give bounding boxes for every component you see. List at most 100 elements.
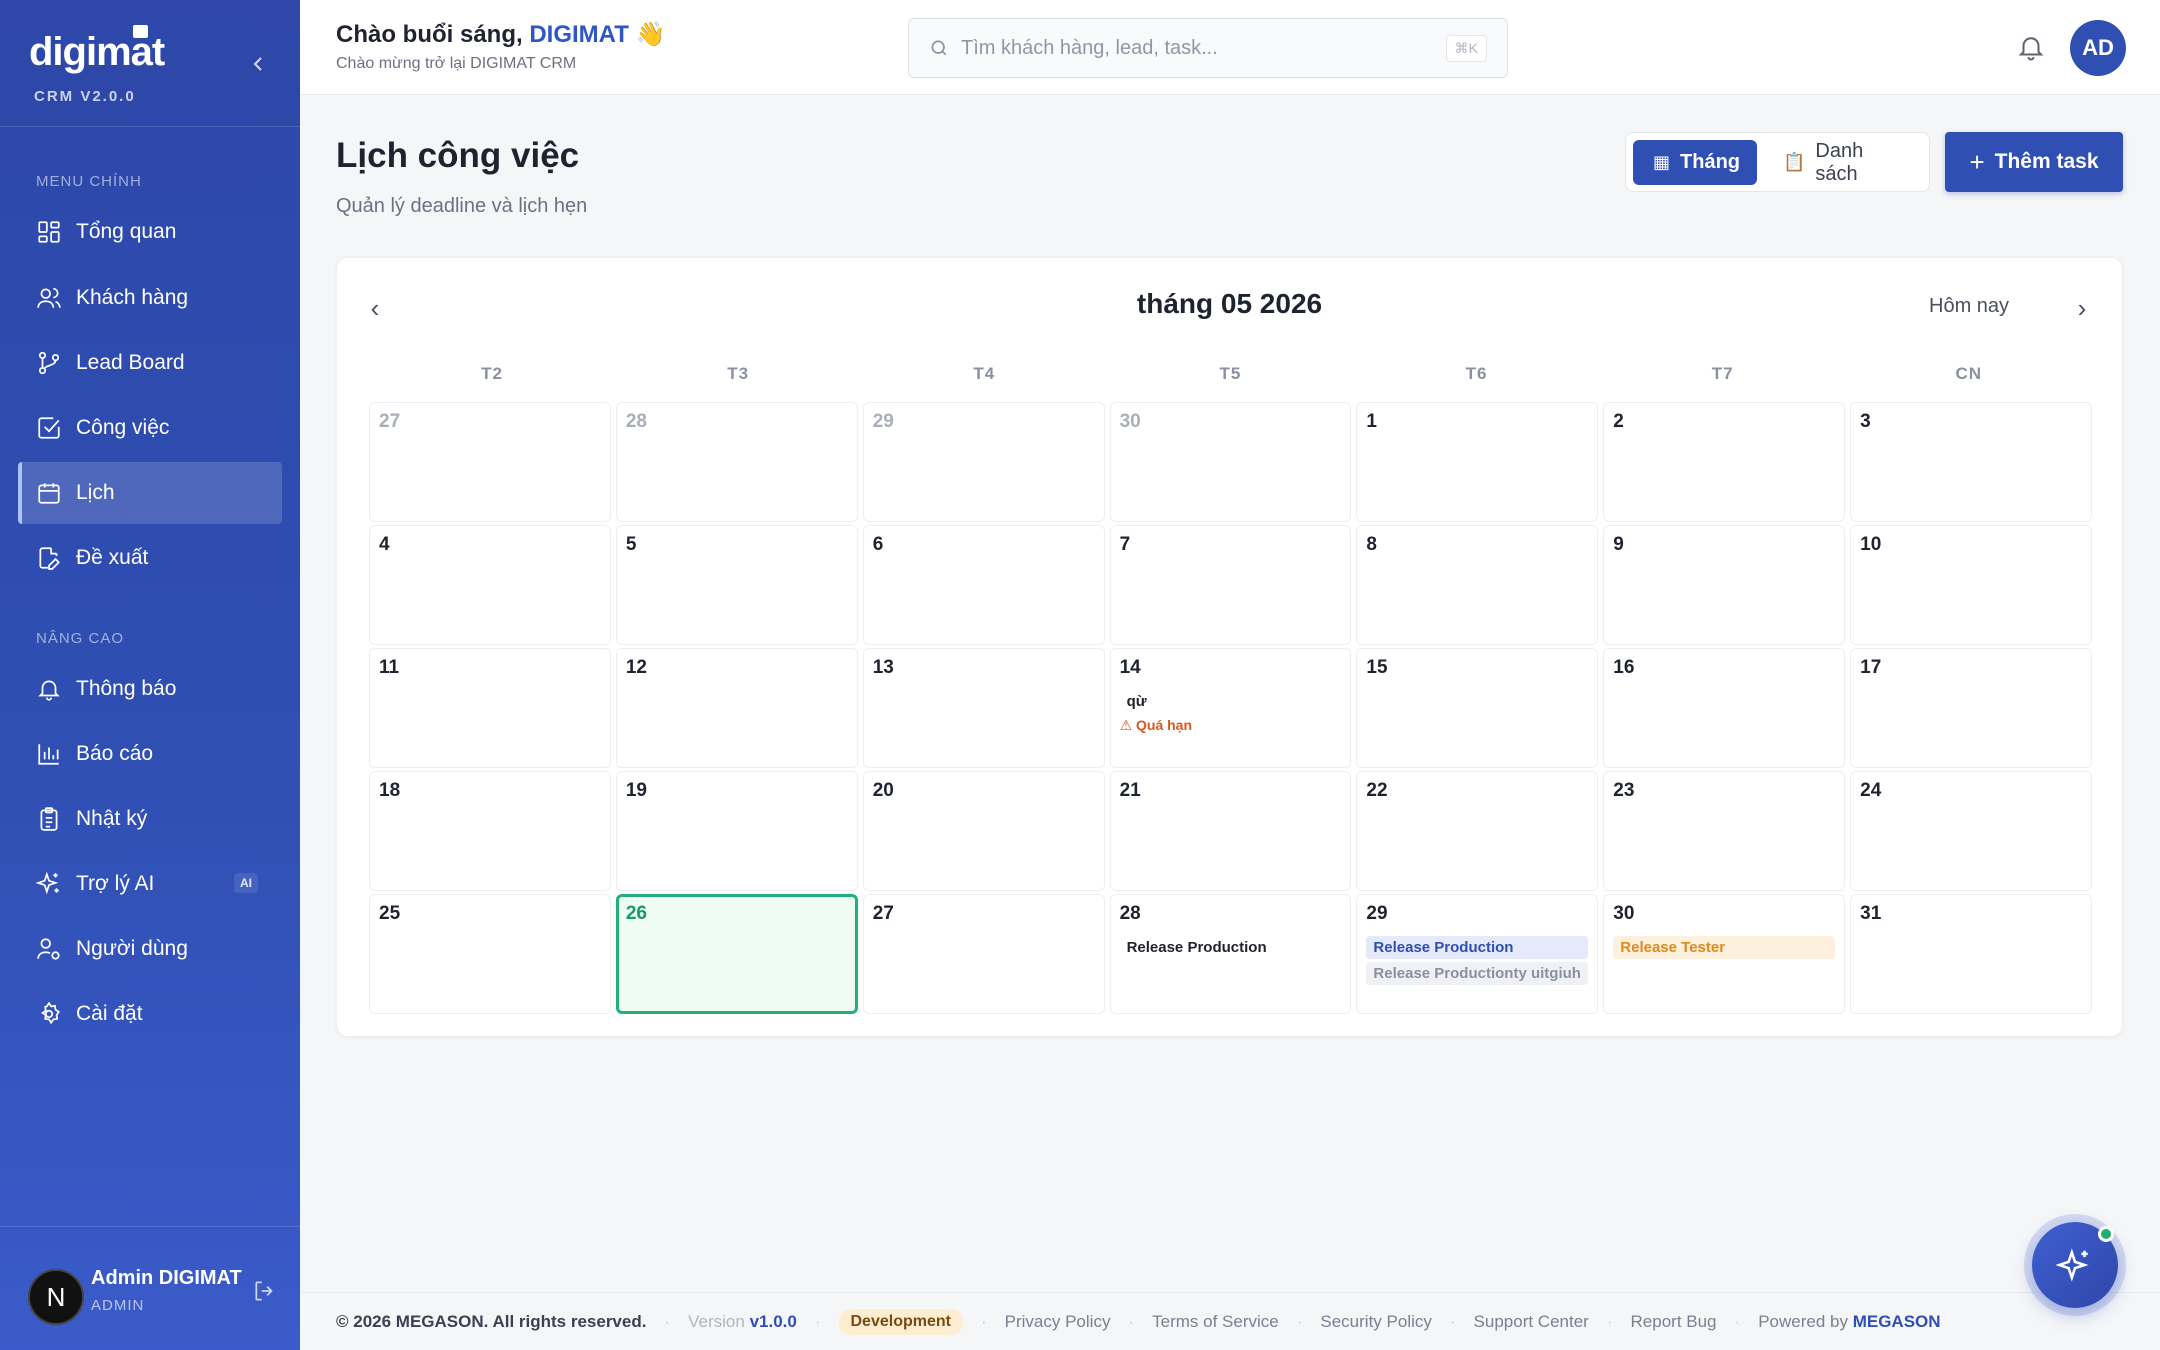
brand-logo[interactable]: digimat xyxy=(29,25,165,75)
calendar-day[interactable]: 27 xyxy=(862,894,1105,1014)
calendar-day[interactable]: 28 Release Production xyxy=(1109,894,1352,1014)
calendar-day[interactable]: 23 xyxy=(1603,771,1846,891)
day-number: 29 xyxy=(872,411,894,432)
calendar-day[interactable]: 8 xyxy=(1356,525,1599,645)
calendar-day[interactable]: 22 xyxy=(1356,771,1599,891)
calendar-day[interactable]: 19 xyxy=(615,771,858,891)
calendar-day[interactable]: 16 xyxy=(1603,648,1846,768)
footer-link-support[interactable]: Support Center xyxy=(1474,1312,1589,1332)
calendar-day[interactable]: 1 xyxy=(1356,402,1599,522)
sidebar-item-label: Cài đặt xyxy=(76,1002,143,1025)
calendar-day[interactable]: 7 xyxy=(1109,525,1352,645)
footer-link-security[interactable]: Security Policy xyxy=(1320,1312,1431,1332)
calendar-day[interactable]: 3 xyxy=(1850,402,2092,522)
calendar-day[interactable]: 15 xyxy=(1356,648,1599,768)
calendar-day[interactable]: 9 xyxy=(1603,525,1846,645)
sidebar-item-tasks[interactable]: Công việc xyxy=(18,397,282,459)
day-number: 6 xyxy=(872,534,884,555)
sidebar-item-label: Lịch xyxy=(76,481,115,504)
version-info: Version v1.0.0 xyxy=(688,1312,797,1332)
sidebar-item-users[interactable]: Người dùng xyxy=(18,918,282,980)
today-button[interactable]: Hôm nay xyxy=(1929,295,2009,318)
view-list-button[interactable]: 📋 Danh sách xyxy=(1763,140,1929,185)
copyright: © 2026 MEGASON. All rights reserved. xyxy=(336,1311,647,1331)
add-task-button[interactable]: + Thêm task xyxy=(1945,132,2123,192)
user-role: ADMIN xyxy=(91,1297,145,1314)
calendar-event[interactable]: Release Tester xyxy=(1613,936,1836,959)
calendar-icon xyxy=(38,483,60,504)
calendar-day[interactable]: 6 xyxy=(862,525,1105,645)
calendar-day[interactable]: 10 xyxy=(1850,525,2092,645)
sidebar-item-calendar[interactable]: Lịch xyxy=(18,462,282,524)
calendar-day[interactable]: 21 xyxy=(1109,771,1352,891)
sidebar-item-ai-assistant[interactable]: Trợ lý AI AI xyxy=(18,853,282,915)
add-task-label: Thêm task xyxy=(1994,150,2099,173)
ai-assistant-fab[interactable] xyxy=(2032,1222,2118,1308)
chevron-left-icon[interactable] xyxy=(246,52,270,76)
footer-separator: · xyxy=(980,1311,987,1331)
sidebar-item-label: Nhật ký xyxy=(76,807,148,830)
calendar-day[interactable]: 29 Release Production Release Productionty… xyxy=(1356,894,1599,1014)
sidebar-item-overview[interactable]: Tổng quan xyxy=(18,201,282,263)
bell-icon xyxy=(38,680,60,701)
footer: © 2026 MEGASON. All rights reserved. · V… xyxy=(300,1292,2160,1350)
calendar-day[interactable]: 20 xyxy=(862,771,1105,891)
header-avatar[interactable]: AD xyxy=(2070,20,2126,76)
sidebar-item-proposals[interactable]: Đề xuất xyxy=(18,527,282,589)
view-month-label: Tháng xyxy=(1680,151,1741,173)
calendar-day[interactable]: 31 xyxy=(1850,894,2092,1014)
sparkle-icon xyxy=(36,871,59,895)
wave-emoji-icon: 👋 xyxy=(635,21,666,48)
calendar-day[interactable]: 17 xyxy=(1850,648,2092,768)
calendar-day[interactable]: 11 xyxy=(369,648,611,768)
sidebar-item-label: Tổng quan xyxy=(76,220,177,243)
calendar-event[interactable]: Release Productionty uitgiuh xyxy=(1366,962,1589,985)
sidebar-item-logs[interactable]: Nhật ký xyxy=(18,788,282,850)
calendar-day[interactable]: 24 xyxy=(1850,771,2092,891)
calendar-day-today[interactable]: 26 xyxy=(615,894,858,1014)
day-number: 30 xyxy=(1613,903,1635,924)
calendar-event[interactable]: qừ xyxy=(1120,690,1342,713)
sidebar-user-panel: N Admin DIGIMAT ADMIN xyxy=(0,1226,300,1350)
calendar-day[interactable]: 29 xyxy=(862,402,1105,522)
clipboard-icon: 📋 xyxy=(1783,152,1806,172)
calendar-day[interactable]: 5 xyxy=(615,525,858,645)
greeting-text: Chào buổi sáng, xyxy=(336,21,523,48)
calendar-day[interactable]: 25 xyxy=(369,894,611,1014)
footer-link-terms[interactable]: Terms of Service xyxy=(1152,1312,1279,1332)
calendar-card: ‹ tháng 05 2026 Hôm nay › T2 T3 T4 T5 T6 T7 CN… xyxy=(336,257,2123,1037)
calendar-day[interactable]: 18 xyxy=(369,771,611,891)
sidebar-item-notifications[interactable]: Thông báo xyxy=(18,658,282,720)
bell-icon[interactable] xyxy=(2016,32,2046,62)
calendar-day[interactable]: 27 xyxy=(369,402,611,522)
avatar[interactable]: N xyxy=(28,1269,84,1325)
calendar-day[interactable]: 28 xyxy=(615,402,858,522)
view-month-button[interactable]: ▦ Tháng xyxy=(1633,140,1757,185)
calendar-day[interactable]: 2 xyxy=(1603,402,1846,522)
calendar-day[interactable]: 30 xyxy=(1109,402,1352,522)
calendar-event[interactable]: Release Production xyxy=(1366,936,1589,959)
calendar-day[interactable]: 4 xyxy=(369,525,611,645)
day-number: 27 xyxy=(872,903,894,924)
calendar-day[interactable]: 14 qừ ⚠ Quá hạn xyxy=(1109,648,1352,768)
search-box[interactable]: ⌘K xyxy=(908,18,1508,78)
next-month-button[interactable]: › xyxy=(2064,290,2100,326)
calendar-day[interactable]: 13 xyxy=(862,648,1105,768)
powered-brand-link[interactable]: MEGASON xyxy=(1853,1312,1941,1331)
calendar-day[interactable]: 30 Release Tester xyxy=(1603,894,1846,1014)
calendar-day[interactable]: 12 xyxy=(615,648,858,768)
calendar-event[interactable]: Release Production xyxy=(1120,936,1342,959)
search-input[interactable] xyxy=(961,36,1446,60)
sidebar-item-customers[interactable]: Khách hàng xyxy=(18,267,282,329)
version-number: v1.0.0 xyxy=(749,1311,797,1331)
sidebar-item-label: Báo cáo xyxy=(76,742,154,765)
footer-link-privacy[interactable]: Privacy Policy xyxy=(1005,1312,1111,1332)
footer-link-report-bug[interactable]: Report Bug xyxy=(1631,1312,1717,1332)
sidebar-item-settings[interactable]: Cài đặt xyxy=(18,983,282,1045)
sidebar-item-reports[interactable]: Báo cáo xyxy=(18,723,282,785)
logout-icon[interactable] xyxy=(252,1278,278,1304)
day-number: 27 xyxy=(379,411,401,432)
grid-icon xyxy=(38,221,60,243)
footer-separator: · xyxy=(1734,1311,1741,1331)
sidebar-item-lead-board[interactable]: Lead Board xyxy=(18,332,282,394)
